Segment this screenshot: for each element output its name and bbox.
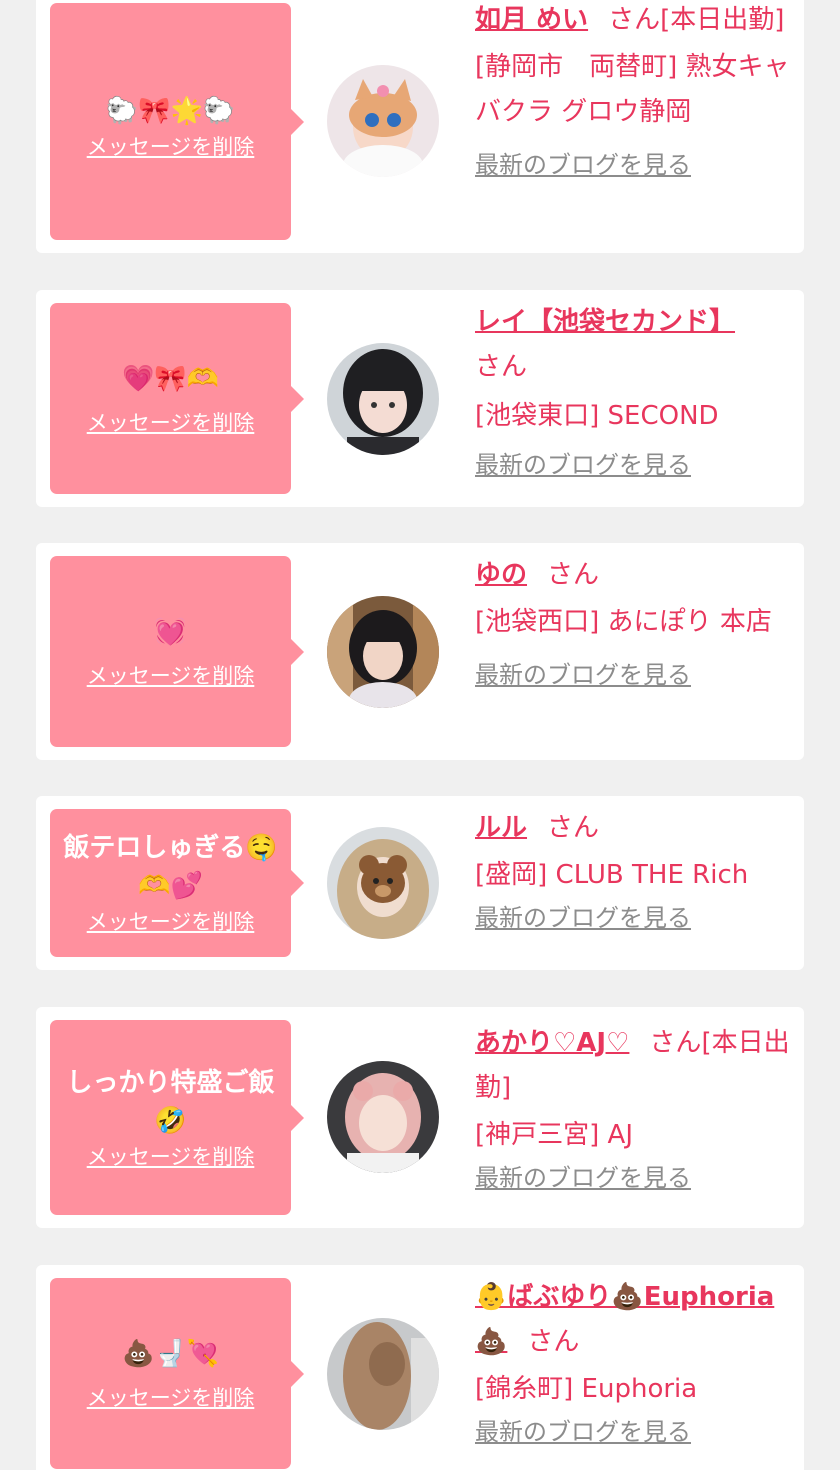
- message-text: 💗🎀🫶: [121, 363, 220, 394]
- message-bubble: 💗🎀🫶 メッセージを削除: [50, 303, 304, 494]
- honorific: さん: [608, 5, 661, 35]
- delete-message-link[interactable]: メッセージを削除: [87, 907, 255, 937]
- girl-name-link[interactable]: ルル: [475, 813, 527, 843]
- message-text: 飯テロしゅぎる🤤🫶💕: [63, 833, 278, 901]
- latest-blog-link[interactable]: 最新のブログを見る: [475, 900, 795, 936]
- avatar[interactable]: [327, 596, 439, 708]
- avatar[interactable]: [327, 1061, 439, 1173]
- shop-info: [池袋東口] SECOND: [475, 401, 719, 431]
- message-bubble: 飯テロしゅぎる🤤🫶💕 メッセージを削除: [50, 809, 304, 957]
- honorific: さん: [527, 1327, 580, 1357]
- shop-info: [静岡市 両替町] 熟女キャバクラ グロウ静岡: [475, 52, 790, 127]
- status-text: [本日出勤]: [660, 5, 785, 35]
- message-card: 💓 メッセージを削除 ゆの さん [池袋西口] あにぽり 本店 最新のブログを見る: [36, 543, 804, 760]
- latest-blog-link[interactable]: 最新のブログを見る: [475, 1160, 795, 1196]
- message-card: しっかり特盛ご飯🤣 メッセージを削除 あかり♡AJ♡ さん[本日出勤] [神戸三宮…: [36, 1007, 804, 1228]
- message-card: 💗🎀🫶 メッセージを削除 レイ【池袋セカンド】 さん [池袋東口] SECOND…: [36, 290, 804, 507]
- message-bubble: 💩🚽💘 メッセージを削除: [50, 1278, 304, 1469]
- girl-name-link[interactable]: ゆの: [475, 560, 527, 590]
- girl-name-link[interactable]: あかり♡AJ♡: [475, 1028, 629, 1058]
- girl-info: ゆの さん [池袋西口] あにぽり 本店 最新のブログを見る: [475, 553, 795, 693]
- message-card: 💩🚽💘 メッセージを削除 👶ばぶゆり💩Euphoria💩 さん [錦糸町] Eup…: [36, 1265, 804, 1470]
- message-bubble: しっかり特盛ご飯🤣 メッセージを削除: [50, 1020, 304, 1215]
- avatar[interactable]: [327, 827, 439, 939]
- latest-blog-link[interactable]: 最新のブログを見る: [475, 147, 795, 183]
- message-text: しっかり特盛ご飯🤣: [66, 1067, 275, 1136]
- girl-info: 如月 めい さん[本日出勤] [静岡市 両替町] 熟女キャバクラ グロウ静岡 最新…: [475, 0, 795, 183]
- message-bubble: 💓 メッセージを削除: [50, 556, 304, 747]
- message-text: 💓: [154, 616, 187, 647]
- girl-name-link[interactable]: 👶ばぶゆり💩Euphoria💩: [475, 1282, 774, 1357]
- delete-message-link[interactable]: メッセージを削除: [87, 408, 255, 438]
- latest-blog-link[interactable]: 最新のブログを見る: [475, 1414, 795, 1450]
- shop-info: [錦糸町] Euphoria: [475, 1374, 698, 1404]
- delete-message-link[interactable]: メッセージを削除: [87, 1142, 255, 1172]
- latest-blog-link[interactable]: 最新のブログを見る: [475, 657, 795, 693]
- honorific: さん: [547, 560, 600, 590]
- message-card: 🐑🎀🌟🐑 メッセージを削除 如月 めい さん[本日出勤] [静岡市 両替町] 熟女…: [36, 0, 804, 253]
- girl-info: レイ【池袋セカンド】 さん [池袋東口] SECOND 最新のブログを見る: [475, 300, 795, 483]
- avatar[interactable]: [327, 65, 439, 177]
- girl-info: あかり♡AJ♡ さん[本日出勤] [神戸三宮] AJ 最新のブログを見る: [475, 1021, 795, 1196]
- shop-info: [池袋西口] あにぽり 本店: [475, 607, 772, 637]
- message-card: 飯テロしゅぎる🤤🫶💕 メッセージを削除 ルル さん [盛岡] CLUB THE R…: [36, 796, 804, 970]
- honorific: さん: [547, 813, 600, 843]
- girl-info: ルル さん [盛岡] CLUB THE Rich 最新のブログを見る: [475, 806, 795, 936]
- latest-blog-link[interactable]: 最新のブログを見る: [475, 447, 795, 483]
- message-text: 💩🚽💘: [121, 1338, 220, 1369]
- shop-info: [神戸三宮] AJ: [475, 1120, 634, 1150]
- honorific: さん: [649, 1028, 702, 1058]
- message-bubble: 🐑🎀🌟🐑 メッセージを削除: [50, 3, 304, 240]
- delete-message-link[interactable]: メッセージを削除: [87, 132, 255, 162]
- honorific: さん: [475, 352, 528, 382]
- delete-message-link[interactable]: メッセージを削除: [87, 661, 255, 691]
- girl-name-link[interactable]: 如月 めい: [475, 5, 588, 35]
- girl-name-link[interactable]: レイ【池袋セカンド】: [475, 307, 735, 337]
- message-text: 🐑🎀🌟🐑: [105, 95, 236, 126]
- avatar[interactable]: [327, 343, 439, 455]
- girl-info: 👶ばぶゆり💩Euphoria💩 さん [錦糸町] Euphoria 最新のブログを…: [475, 1275, 795, 1450]
- message-list: 🐑🎀🌟🐑 メッセージを削除 如月 めい さん[本日出勤] [静岡市 両替町] 熟女…: [0, 0, 840, 1470]
- shop-info: [盛岡] CLUB THE Rich: [475, 860, 749, 890]
- avatar[interactable]: [327, 1318, 439, 1430]
- delete-message-link[interactable]: メッセージを削除: [87, 1383, 255, 1413]
